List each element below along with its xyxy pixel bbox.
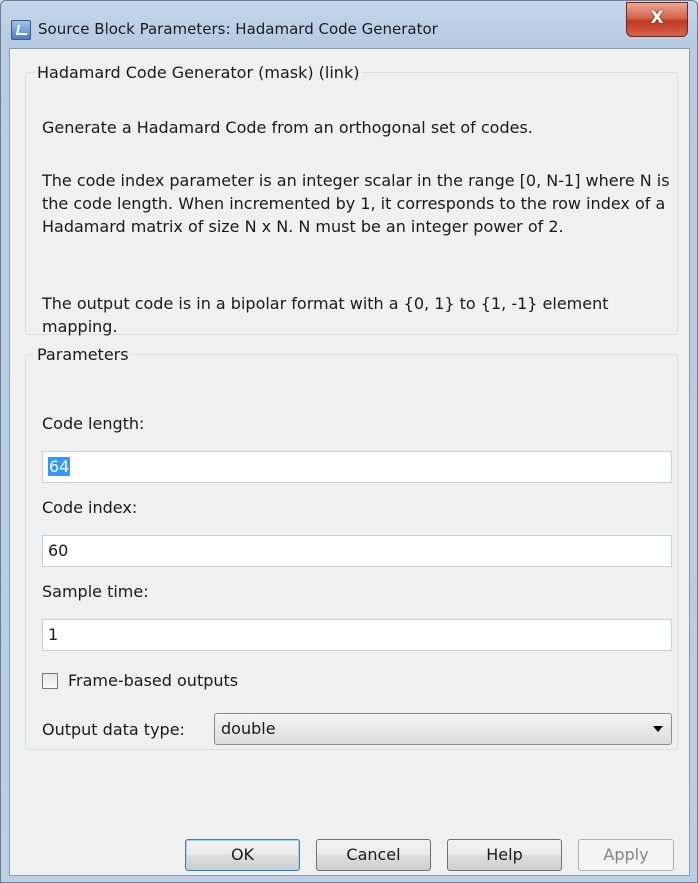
description-line-2: The code index parameter is an integer s… (42, 171, 670, 236)
parameters-group: Parameters Code length: 64 Code index: 6… (25, 345, 678, 750)
output-type-dropdown[interactable]: double (214, 713, 672, 745)
sample-time-field[interactable]: 1 (42, 619, 672, 651)
window-title: Source Block Parameters: Hadamard Code G… (38, 20, 438, 38)
simulink-block-icon (11, 20, 31, 40)
help-button[interactable]: Help (447, 839, 562, 871)
description-line-1: Generate a Hadamard Code from an orthogo… (42, 118, 533, 137)
close-icon: X (650, 8, 664, 28)
code-index-label: Code index: (42, 498, 138, 517)
frame-based-checkbox[interactable] (42, 673, 58, 689)
description-group: Hadamard Code Generator (mask) (link) Ge… (25, 63, 678, 336)
apply-button[interactable]: Apply (578, 839, 674, 871)
description-legend: Hadamard Code Generator (mask) (link) (37, 63, 360, 82)
code-index-field[interactable]: 60 (42, 535, 672, 567)
chevron-down-icon (653, 726, 663, 732)
frame-based-label[interactable]: Frame-based outputs (68, 671, 238, 690)
code-length-field[interactable]: 64 (42, 451, 672, 483)
close-button[interactable]: X (626, 2, 688, 37)
code-length-label: Code length: (42, 414, 145, 433)
description-line-3: The output code is in a bipolar format w… (42, 294, 609, 336)
sample-time-label: Sample time: (42, 582, 149, 601)
ok-button[interactable]: OK (185, 839, 300, 871)
dialog-window: Source Block Parameters: Hadamard Code G… (0, 0, 698, 883)
output-type-value: double (221, 719, 276, 738)
cancel-button[interactable]: Cancel (316, 839, 431, 871)
dialog-body: Hadamard Code Generator (mask) (link) Ge… (9, 48, 690, 876)
parameters-legend: Parameters (37, 345, 129, 364)
output-type-label: Output data type: (42, 720, 185, 739)
code-length-value: 64 (48, 457, 71, 476)
title-bar[interactable]: Source Block Parameters: Hadamard Code G… (1, 1, 697, 41)
